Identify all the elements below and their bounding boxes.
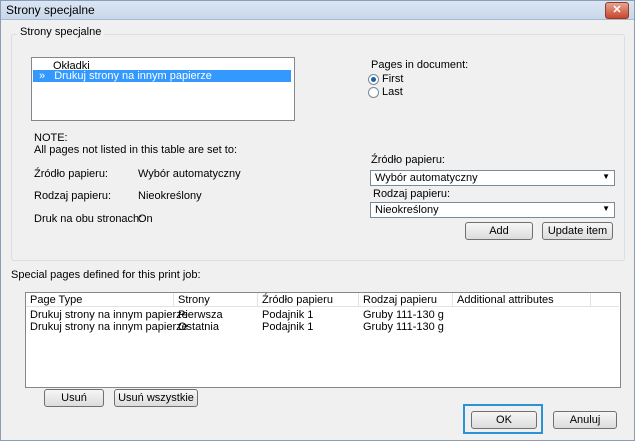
note-source-value: Wybór automatyczny: [138, 168, 241, 180]
table-cell: Podajnik 1: [262, 309, 314, 321]
note-duplex-label: Druk na obu stronach:: [34, 213, 143, 225]
page-type-list[interactable]: Okładki » Drukuj strony na innym papierz…: [31, 57, 295, 121]
column-header-paper-type[interactable]: Rodzaj papieru: [359, 293, 453, 307]
dialog-window: Strony specjalne ✕ Strony specjalne Okła…: [0, 0, 635, 441]
radio-last[interactable]: [368, 87, 379, 98]
paper-type-value: Nieokreślony: [375, 204, 439, 216]
note-type-label: Rodzaj papieru:: [34, 190, 112, 202]
paper-source-label: Źródło papieru:: [371, 154, 445, 166]
paper-type-select[interactable]: Nieokreślony ▼: [370, 202, 615, 218]
table-cell: Drukuj strony na innym papierze: [30, 321, 188, 333]
chevron-down-icon: ▼: [602, 172, 610, 181]
chevron-down-icon: ▼: [602, 204, 610, 213]
table-cell: Pierwsza: [178, 309, 223, 321]
list-item-label: Drukuj strony na innym papierze: [54, 70, 212, 82]
paper-type-label: Rodzaj papieru:: [373, 188, 451, 200]
note-source-label: Źródło papieru:: [34, 168, 108, 180]
ok-button[interactable]: OK: [471, 411, 537, 429]
title-bar: Strony specjalne ✕: [1, 1, 634, 20]
column-header-additional[interactable]: Additional attributes: [453, 293, 591, 307]
add-button[interactable]: Add: [465, 222, 533, 240]
paper-source-value: Wybór automatyczny: [375, 172, 478, 184]
close-button[interactable]: ✕: [605, 2, 629, 19]
radio-first[interactable]: [368, 74, 379, 85]
remove-button[interactable]: Usuń: [44, 389, 104, 407]
note-title: NOTE:: [34, 132, 68, 144]
paper-source-select[interactable]: Wybór automatyczny ▼: [370, 170, 615, 186]
special-pages-label: Special pages defined for this print job…: [11, 269, 201, 281]
table-cell: [453, 321, 457, 333]
list-item-marker: »: [39, 70, 46, 82]
column-header-page-type[interactable]: Page Type: [26, 293, 174, 307]
table-cell: Ostatnia: [178, 321, 219, 333]
column-header-filler: [591, 293, 619, 307]
remove-all-button[interactable]: Usuń wszystkie: [114, 389, 198, 407]
table-cell: Podajnik 1: [262, 321, 314, 333]
table-cell: Drukuj strony na innym papierze: [30, 309, 188, 321]
list-item-other-paper[interactable]: » Drukuj strony na innym papierze: [33, 70, 291, 82]
radio-last-label: Last: [382, 86, 403, 98]
table-cell: [453, 309, 457, 321]
note-text: All pages not listed in this table are s…: [34, 144, 238, 156]
pages-in-document-label: Pages in document:: [371, 59, 469, 71]
group-label: Strony specjalne: [17, 26, 105, 38]
column-header-paper-source[interactable]: Źródło papieru: [258, 293, 359, 307]
update-item-button[interactable]: Update item: [542, 222, 613, 240]
note-type-value: Nieokreślony: [138, 190, 202, 202]
window-title: Strony specjalne: [6, 3, 95, 17]
special-pages-table: Page Type Strony Źródło papieru Rodzaj p…: [25, 292, 621, 388]
table-cell: Gruby 111-130 g: [363, 321, 444, 333]
column-header-pages[interactable]: Strony: [174, 293, 258, 307]
table-cell: Gruby 111-130 g: [363, 309, 444, 321]
cancel-button[interactable]: Anuluj: [553, 411, 617, 429]
note-duplex-value: On: [138, 213, 153, 225]
radio-first-label: First: [382, 73, 404, 85]
